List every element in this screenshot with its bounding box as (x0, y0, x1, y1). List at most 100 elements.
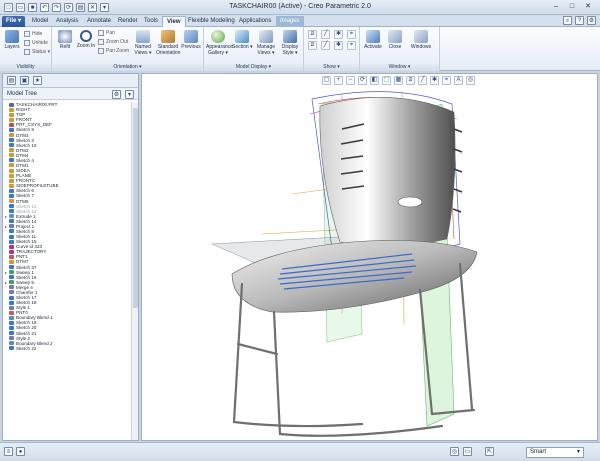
model-tree-scrollbar[interactable] (131, 102, 138, 440)
pan-zoom-button[interactable]: Pan Zoom (98, 48, 129, 54)
close-view-icon (388, 30, 402, 43)
sketch-icon (9, 138, 14, 143)
named-views-button[interactable]: Named Views ▾ (132, 30, 154, 56)
tree-settings-icon[interactable]: ⚙ (112, 90, 121, 99)
zoom-out-button[interactable]: Zoom Out (98, 39, 128, 45)
display-style-label: Display Style ▾ (281, 44, 299, 56)
settings-icon[interactable]: ⚙ (587, 16, 596, 25)
sketch-icon (9, 204, 14, 209)
manage-views-icon (259, 30, 273, 43)
windows-icon[interactable]: ▤ (76, 3, 85, 12)
maximize-button[interactable]: □ (564, 1, 580, 13)
unhide-label: Unhide (32, 40, 48, 46)
axis-tag-icon[interactable]: ╱ (321, 41, 330, 50)
open-icon[interactable]: ▭ (16, 3, 25, 12)
model-tree-tab-icon[interactable]: ▤ (7, 76, 16, 85)
activate-button[interactable]: Activate (362, 30, 384, 50)
sketch-icon (9, 209, 14, 214)
previous-button[interactable]: Previous (181, 30, 201, 50)
undo-icon[interactable]: ↶ (40, 3, 49, 12)
tree-show-icon[interactable]: ▾ (125, 90, 134, 99)
selection-icon[interactable]: ⇱ (485, 447, 494, 456)
sketch-icon (9, 265, 14, 270)
full-screen-icon[interactable]: ▭ (463, 447, 472, 456)
regenerate-status-icon[interactable]: ◎ (450, 447, 459, 456)
layers-icon (5, 30, 19, 43)
section-button[interactable]: Section ▾ (232, 30, 253, 50)
datum-plane-icon (9, 178, 14, 183)
chair-model-render (211, 91, 478, 437)
tab-flexible-modeling[interactable]: Flexible Modeling (184, 16, 239, 27)
feature-icon (9, 290, 14, 295)
refit-button[interactable]: Refit (56, 30, 74, 50)
selection-filter-value: Smart (530, 449, 547, 455)
status-button[interactable]: Status ▾ (24, 49, 50, 55)
zoom-in-button[interactable]: Zoom In (76, 30, 96, 49)
close-window-icon[interactable]: ✕ (88, 3, 97, 12)
sketch-icon (9, 219, 14, 224)
save-icon[interactable]: ■ (28, 3, 37, 12)
tab-images[interactable]: Images (276, 16, 304, 27)
datum-plane-icon (9, 107, 14, 112)
csys-tag-icon[interactable]: ⌖ (347, 41, 356, 50)
tab-file[interactable]: File ▾ (2, 16, 26, 27)
model-tree-item[interactable]: Sketch 22 (3, 346, 132, 351)
minimize-button[interactable]: – (548, 1, 564, 13)
datum-plane-icon (9, 133, 14, 137)
model-tree-title: Model Tree (7, 91, 38, 97)
group-show: ⧄ ╱ ✱ ⌖ ⧄ ╱ ✱ ⌖ Show ▾ (304, 27, 360, 71)
hide-button[interactable]: Hide (24, 31, 42, 37)
regenerate-icon[interactable]: ⟳ (64, 3, 73, 12)
navigator-toolbar: ▤ ▣ ★ (3, 74, 138, 88)
tab-model[interactable]: Model (28, 16, 52, 27)
close-button[interactable]: ✕ (580, 1, 596, 13)
favorites-icon[interactable]: ★ (33, 76, 42, 85)
help-icon[interactable]: ? (575, 16, 584, 25)
tab-analysis[interactable]: Analysis (52, 16, 82, 27)
new-icon[interactable]: □ (4, 3, 13, 12)
manage-views-button[interactable]: Manage Views ▾ (254, 30, 278, 56)
point-icon (9, 254, 14, 259)
point-tag-icon[interactable]: ✱ (334, 41, 343, 50)
customize-dropdown-icon[interactable]: ▾ (100, 3, 109, 12)
manage-views-label: Manage Views ▾ (256, 44, 276, 56)
tab-annotate[interactable]: Annotate (83, 16, 115, 27)
group-label-show: Show ▾ (304, 64, 359, 71)
scrollbar-thumb[interactable] (133, 108, 138, 308)
windows-icon (414, 30, 428, 43)
windows-button[interactable]: Windows (406, 30, 436, 50)
tab-tools[interactable]: Tools (140, 16, 162, 27)
display-style-button[interactable]: Display Style ▾ (279, 30, 301, 56)
plane-tag-icon[interactable]: ⧄ (308, 41, 317, 50)
axis-display-icon[interactable]: ╱ (321, 30, 330, 39)
group-label-orientation: Orientation ▾ (52, 64, 203, 71)
part-icon (9, 102, 14, 107)
pan-button[interactable]: Pan (98, 30, 115, 36)
appearance-gallery-button[interactable]: Appearance Gallery ▾ (206, 30, 233, 56)
group-orientation: Refit Zoom In Pan Zoom Out Pan Zoom Name… (52, 27, 204, 71)
plane-display-icon[interactable]: ⧄ (308, 30, 317, 39)
graphics-window[interactable]: ▢ + − ⟳ ◧ ⬚ ▦ ⧄ ╱ ✱ ⌖ A ◎ (141, 73, 598, 441)
zoom-out-icon (98, 39, 104, 45)
layers-button[interactable]: Layers (4, 30, 20, 50)
selection-filter-dropdown[interactable]: Smart ▼ (526, 447, 584, 458)
title-bar: □ ▭ ■ ↶ ↷ ⟳ ▤ ✕ ▾ TASKCHAIR00 (Active) -… (0, 0, 600, 15)
tab-applications[interactable]: Applications (235, 16, 275, 27)
point-display-icon[interactable]: ✱ (334, 30, 343, 39)
close-view-button[interactable]: Close (386, 30, 404, 50)
tab-render[interactable]: Render (114, 16, 142, 27)
feature-icon (9, 336, 14, 341)
navigator-panel: ▤ ▣ ★ Model Tree ⚙ ▾ TASKCHAIR00.PRT RIGH… (2, 73, 139, 441)
standard-orientation-icon (161, 30, 175, 43)
hide-label: Hide (32, 31, 43, 37)
point-icon (9, 310, 14, 315)
redo-icon[interactable]: ↷ (52, 3, 61, 12)
message-log-icon[interactable]: ≡ (4, 447, 13, 456)
unhide-icon (24, 40, 30, 46)
folder-browser-icon[interactable]: ▣ (20, 76, 29, 85)
standard-orientation-button[interactable]: Standard Orientation (156, 30, 180, 56)
pan-zoom-label: Pan Zoom (106, 48, 130, 54)
unhide-button[interactable]: Unhide (24, 40, 48, 46)
search-icon[interactable]: ⌕ (563, 16, 572, 25)
csys-display-icon[interactable]: ⌖ (347, 30, 356, 39)
